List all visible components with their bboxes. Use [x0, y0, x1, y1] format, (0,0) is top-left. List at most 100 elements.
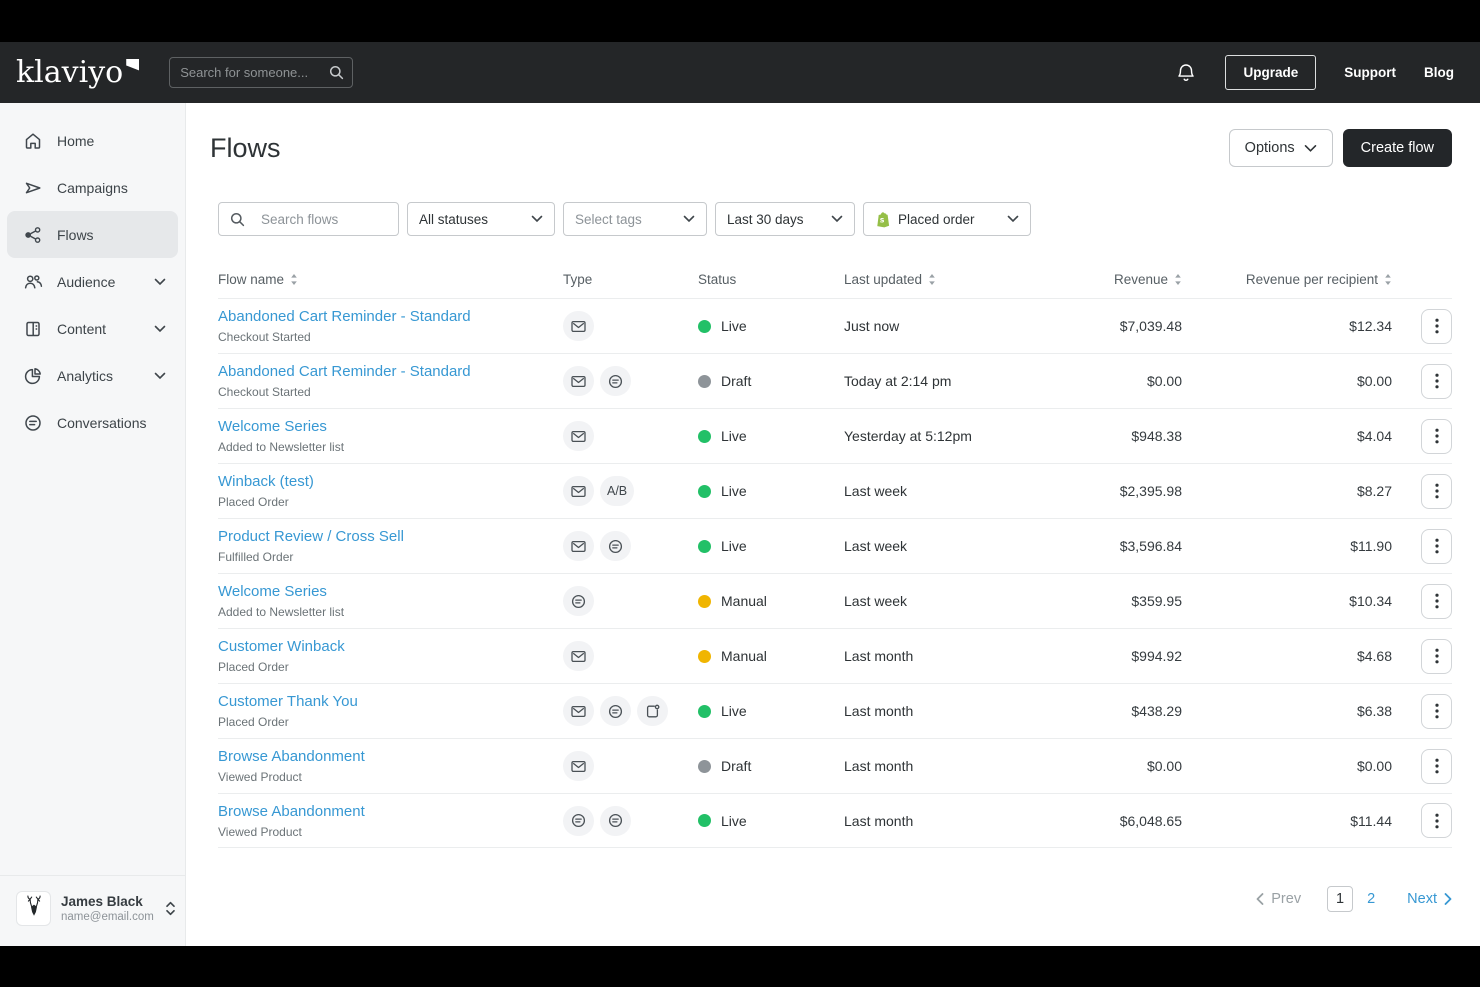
last-updated-cell: Last month — [844, 703, 914, 719]
flow-name-link[interactable]: Welcome Series — [218, 418, 327, 435]
column-label: Last updated — [844, 271, 923, 287]
sms-type-icon — [600, 805, 631, 836]
flow-name-link[interactable]: Product Review / Cross Sell — [218, 528, 404, 545]
flow-name-cell: Product Review / Cross Sell Fulfilled Or… — [218, 528, 563, 564]
next-page-button[interactable]: Next — [1407, 891, 1452, 907]
revenue-cell: $948.38 — [1131, 428, 1182, 444]
status-label: Manual — [721, 648, 767, 664]
flow-name-link[interactable]: Winback (test) — [218, 473, 314, 490]
type-icons — [563, 696, 698, 726]
last-updated-cell: Last month — [844, 758, 914, 774]
sidebar-item-label: Home — [57, 132, 95, 149]
status-cell: Live — [698, 318, 844, 334]
sort-icon — [1385, 273, 1391, 285]
conversion-metric-dropdown[interactable]: s Placed order — [863, 202, 1031, 236]
kebab-menu-button[interactable] — [1421, 583, 1452, 619]
type-icons — [563, 421, 698, 451]
sidebar-item-conversations[interactable]: Conversations — [7, 399, 178, 446]
flow-name-link[interactable]: Browse Abandonment — [218, 748, 365, 765]
revenue-cell: $6,048.65 — [1119, 812, 1182, 829]
people-search-input[interactable] — [169, 57, 354, 88]
status-filter-dropdown[interactable]: All statuses — [407, 202, 555, 236]
type-icons — [563, 311, 698, 341]
row-actions — [1392, 308, 1452, 344]
sidebar-item-label: Campaigns — [57, 179, 128, 196]
flows-icon — [23, 225, 43, 245]
prev-page-button[interactable]: Prev — [1256, 891, 1301, 907]
sidebar-item-audience[interactable]: Audience — [7, 258, 178, 305]
kebab-icon — [1434, 758, 1439, 774]
table-row: Customer Thank You Placed Order Live Las… — [218, 683, 1452, 738]
account-switcher[interactable]: James Black name@email.com — [0, 875, 185, 946]
notifications-bell-icon[interactable] — [1175, 62, 1197, 84]
search-flows-input[interactable] — [261, 203, 387, 235]
flow-name-link[interactable]: Customer Thank You — [218, 693, 358, 710]
blog-link[interactable]: Blog — [1424, 65, 1454, 80]
chevron-down-icon — [1007, 215, 1019, 223]
flow-trigger: Fulfilled Order — [218, 550, 294, 564]
flow-trigger: Checkout Started — [218, 330, 311, 344]
kebab-menu-button[interactable] — [1421, 803, 1452, 838]
status-cell: Live — [698, 428, 844, 444]
page-button-2[interactable]: 2 — [1361, 891, 1381, 907]
main-content: Flows Options Create flow Search flows A… — [186, 103, 1480, 946]
row-actions — [1392, 473, 1452, 509]
kebab-menu-button[interactable] — [1421, 473, 1452, 509]
kebab-menu-button[interactable] — [1421, 693, 1452, 729]
status-cell: Live — [698, 483, 844, 499]
status-label: Draft — [721, 373, 752, 389]
create-flow-button[interactable]: Create flow — [1342, 129, 1452, 167]
type-icons — [563, 641, 698, 671]
flow-name-link[interactable]: Welcome Series — [218, 583, 327, 600]
options-button[interactable]: Options — [1228, 129, 1333, 167]
flow-trigger: Checkout Started — [218, 385, 311, 399]
row-actions — [1392, 363, 1452, 399]
kebab-menu-button[interactable] — [1421, 748, 1452, 784]
flows-table: Flow name Type Status Last updated Reven… — [218, 260, 1452, 848]
sidebar-item-home[interactable]: Home — [7, 117, 178, 164]
support-link[interactable]: Support — [1344, 65, 1396, 80]
flows-table-body: Abandoned Cart Reminder - Standard Check… — [218, 298, 1452, 848]
date-range-dropdown[interactable]: Last 30 days — [715, 202, 855, 236]
chevron-down-icon — [831, 215, 843, 223]
flow-name-link[interactable]: Abandoned Cart Reminder - Standard — [218, 363, 471, 380]
sidebar-item-content[interactable]: Content — [7, 305, 178, 352]
page-button-1[interactable]: 1 — [1327, 886, 1354, 912]
klaviyo-logo[interactable]: klaviyo — [16, 57, 140, 88]
status-filter-value: All statuses — [419, 211, 489, 227]
flow-trigger: Added to Newsletter list — [218, 605, 345, 619]
flow-name-link[interactable]: Abandoned Cart Reminder - Standard — [218, 308, 471, 325]
flow-name-link[interactable]: Customer Winback — [218, 638, 345, 655]
email-type-icon — [563, 476, 594, 506]
column-header-revenue[interactable]: Revenue — [1032, 272, 1182, 287]
flow-name-link[interactable]: Browse Abandonment — [218, 803, 365, 820]
table-row: Customer Winback Placed Order Manual Las… — [218, 628, 1452, 683]
status-label: Draft — [721, 758, 752, 774]
kebab-icon — [1434, 538, 1439, 554]
last-updated-cell: Last week — [844, 538, 908, 554]
sidebar-item-flows[interactable]: Flows — [7, 211, 178, 258]
chevron-down-icon — [531, 215, 543, 223]
kebab-menu-button[interactable] — [1421, 418, 1452, 454]
audience-icon — [23, 272, 43, 292]
kebab-menu-button[interactable] — [1421, 308, 1452, 344]
page-header: Flows Options Create flow — [210, 129, 1452, 167]
column-label: Type — [563, 271, 593, 287]
sort-icon — [929, 273, 935, 285]
column-header-last-updated[interactable]: Last updated — [844, 272, 1032, 287]
revenue-per-recipient-cell: $4.04 — [1356, 428, 1392, 444]
column-header-flow-name[interactable]: Flow name — [218, 272, 563, 287]
kebab-menu-button[interactable] — [1421, 638, 1452, 674]
tags-filter-dropdown[interactable]: Select tags — [563, 202, 707, 236]
header-actions: Options Create flow — [1228, 129, 1452, 167]
kebab-menu-button[interactable] — [1421, 528, 1452, 564]
sidebar-item-analytics[interactable]: Analytics — [7, 352, 178, 399]
column-header-revenue-per-recipient[interactable]: Revenue per recipient — [1182, 272, 1392, 287]
table-row: Welcome Series Added to Newsletter list … — [218, 573, 1452, 628]
sidebar-item-campaigns[interactable]: Campaigns — [7, 164, 178, 211]
column-label: Flow name — [218, 271, 285, 287]
status-label: Live — [721, 318, 747, 334]
upgrade-button[interactable]: Upgrade — [1225, 55, 1317, 90]
kebab-menu-button[interactable] — [1421, 363, 1452, 399]
status-cell: Live — [698, 538, 844, 554]
